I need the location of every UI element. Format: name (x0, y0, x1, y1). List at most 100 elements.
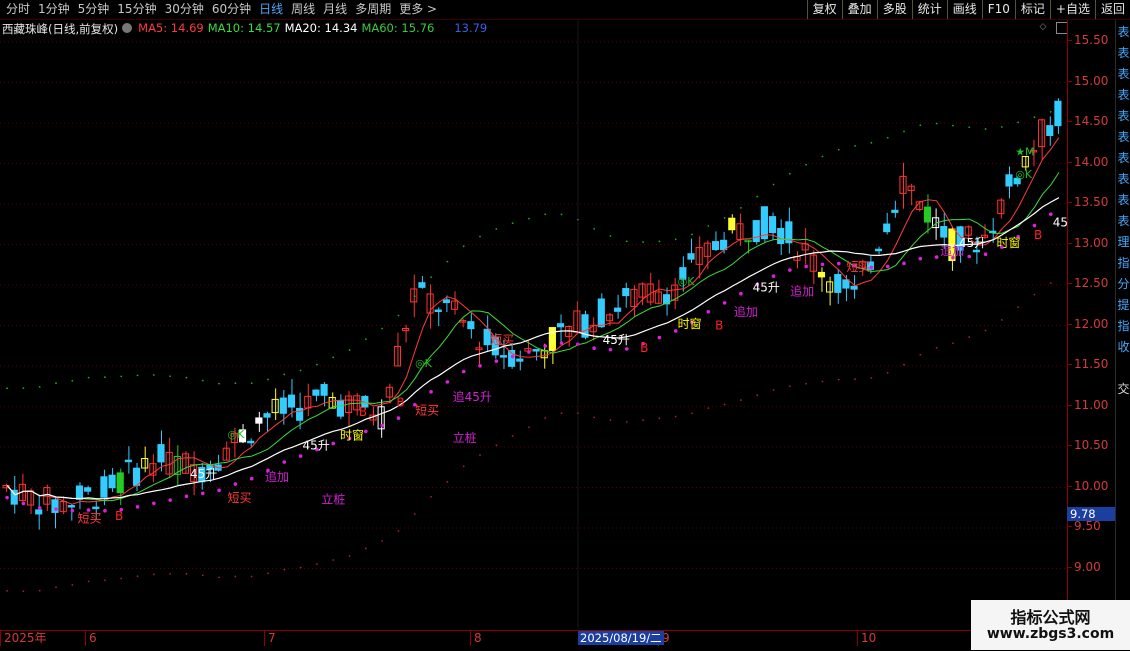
candle-body (312, 389, 320, 396)
side-tab-char[interactable]: 指 (1117, 320, 1130, 333)
period-tab-8[interactable]: 月线 (319, 1, 351, 18)
price-tick: 11.50 (1067, 357, 1109, 371)
period-tab-7[interactable]: 周线 (287, 1, 319, 18)
support-dot (657, 335, 662, 340)
candle-body (26, 490, 35, 506)
action-button-8[interactable]: 返回 (1094, 0, 1130, 19)
upper-band-dot (169, 375, 172, 378)
support-dot (885, 264, 890, 269)
candle-body (35, 509, 43, 515)
support-dot (168, 498, 172, 502)
side-tab-char[interactable]: 表 (1117, 68, 1130, 81)
support-dot (478, 364, 482, 368)
period-tab-3[interactable]: 15分钟 (113, 1, 160, 18)
lower-band-dot (1049, 282, 1052, 285)
side-tab-char[interactable]: 提 (1117, 299, 1130, 312)
date-axis: 2025年 6 7 8 9 10 (0, 630, 1067, 651)
candle-body (320, 384, 328, 396)
action-button-3[interactable]: 统计 (911, 0, 947, 19)
upper-band-dot (364, 338, 367, 341)
period-tab-4[interactable]: 30分钟 (161, 1, 208, 18)
upper-band-dot (674, 238, 677, 241)
chart-marker: ◎K (678, 275, 696, 288)
chart-marker: ◎K (1015, 168, 1033, 181)
price-axis: 15.50 15.00 14.50 14.00 13.50 13.00 12.50 12.00… (1067, 20, 1116, 630)
chart-label: 短买 (78, 511, 102, 525)
support-dot (902, 261, 906, 266)
upper-band-dot (430, 276, 432, 279)
side-tab-char[interactable]: 表 (1117, 89, 1130, 102)
candle-body (100, 476, 108, 498)
price-tick: 15.50 (1067, 33, 1109, 47)
action-button-0[interactable]: 复权 (806, 0, 842, 19)
upper-band-dot (218, 382, 220, 385)
lower-band-dot (952, 342, 954, 345)
side-tab-char[interactable]: 交 (1117, 383, 1130, 396)
support-dot (918, 256, 923, 261)
candle-body (760, 206, 768, 240)
chart-label: 追加 (734, 304, 758, 319)
period-tab-5[interactable]: 60分钟 (208, 1, 255, 18)
support-dot (103, 508, 107, 513)
upper-band-dot (723, 216, 726, 219)
action-button-4[interactable]: 画线 (946, 0, 982, 19)
upper-band-dot (71, 379, 74, 382)
lower-band-dot (674, 415, 677, 418)
support-dot (820, 262, 825, 267)
lower-band-dot (348, 555, 351, 557)
period-tab-10[interactable]: 更多 > (395, 1, 441, 18)
side-tab-char[interactable]: 表 (1117, 47, 1130, 60)
support-dot (380, 423, 384, 428)
side-tab-char[interactable]: 表 (1117, 215, 1130, 228)
candle-body (222, 447, 230, 461)
lower-band-dot (788, 385, 791, 388)
lower-band-dot (136, 575, 139, 578)
candle-body (287, 394, 296, 408)
period-tab-2[interactable]: 5分钟 (74, 1, 114, 18)
right-side-tabs: 表表表表表表表表表表理指分提指收交 (1115, 20, 1130, 630)
upper-band-dot (1033, 116, 1036, 119)
candle-body (768, 216, 777, 234)
candle-body (711, 241, 720, 251)
action-button-6[interactable]: 标记 (1014, 0, 1050, 19)
side-tab-char[interactable]: 表 (1117, 131, 1130, 144)
side-tab-char[interactable]: 分 (1117, 278, 1130, 291)
support-dot (5, 495, 9, 500)
support-dot (559, 341, 564, 345)
action-button-1[interactable]: 叠加 (841, 0, 877, 19)
period-tab-1[interactable]: 1分钟 (34, 1, 74, 18)
period-tab-0[interactable]: 分时 (2, 1, 34, 18)
lower-band-dot (185, 572, 188, 575)
candle-body (516, 358, 524, 362)
price-tick: 14.00 (1067, 154, 1109, 169)
side-tab-char[interactable]: 理 (1117, 236, 1130, 249)
upper-band-dot (511, 222, 514, 225)
side-tab-char[interactable]: 收 (1117, 341, 1130, 354)
candle-body (92, 506, 100, 510)
support-dot (364, 429, 368, 434)
action-button-2[interactable]: 多股 (876, 0, 912, 19)
candle-body (157, 444, 165, 463)
candle-body (556, 323, 565, 328)
action-button-7[interactable]: +自选 (1049, 0, 1095, 19)
kline-chart[interactable]: 短买 B短买追加45升立桩45升时窗BB短买立桩追45升短买 45升B时窗 B追加45… (0, 20, 1067, 630)
lower-band-dot (609, 419, 612, 422)
side-tab-char[interactable]: 指 (1117, 257, 1130, 270)
action-button-5[interactable]: F10 (981, 0, 1015, 19)
side-tab-char[interactable]: 表 (1117, 110, 1130, 123)
side-tab-char[interactable]: 表 (1117, 173, 1130, 186)
period-tab-6[interactable]: 日线 (255, 1, 287, 18)
chart-label: 立桩 (453, 430, 477, 445)
side-tab-char[interactable]: 表 (1117, 194, 1130, 207)
chart-label: 短买 (846, 260, 870, 274)
chart-label: B (396, 396, 404, 410)
lower-band-dot (87, 580, 90, 583)
lower-band-dot (642, 419, 644, 422)
chart-marker: ★M (1015, 145, 1034, 158)
period-tab-9[interactable]: 多周期 (351, 1, 395, 18)
side-tab-char[interactable]: 表 (1117, 152, 1130, 165)
side-tab-char[interactable]: 表 (1117, 26, 1130, 39)
candle-body (279, 397, 287, 414)
upper-band-dot (136, 374, 139, 377)
upper-band-dot (707, 225, 710, 227)
